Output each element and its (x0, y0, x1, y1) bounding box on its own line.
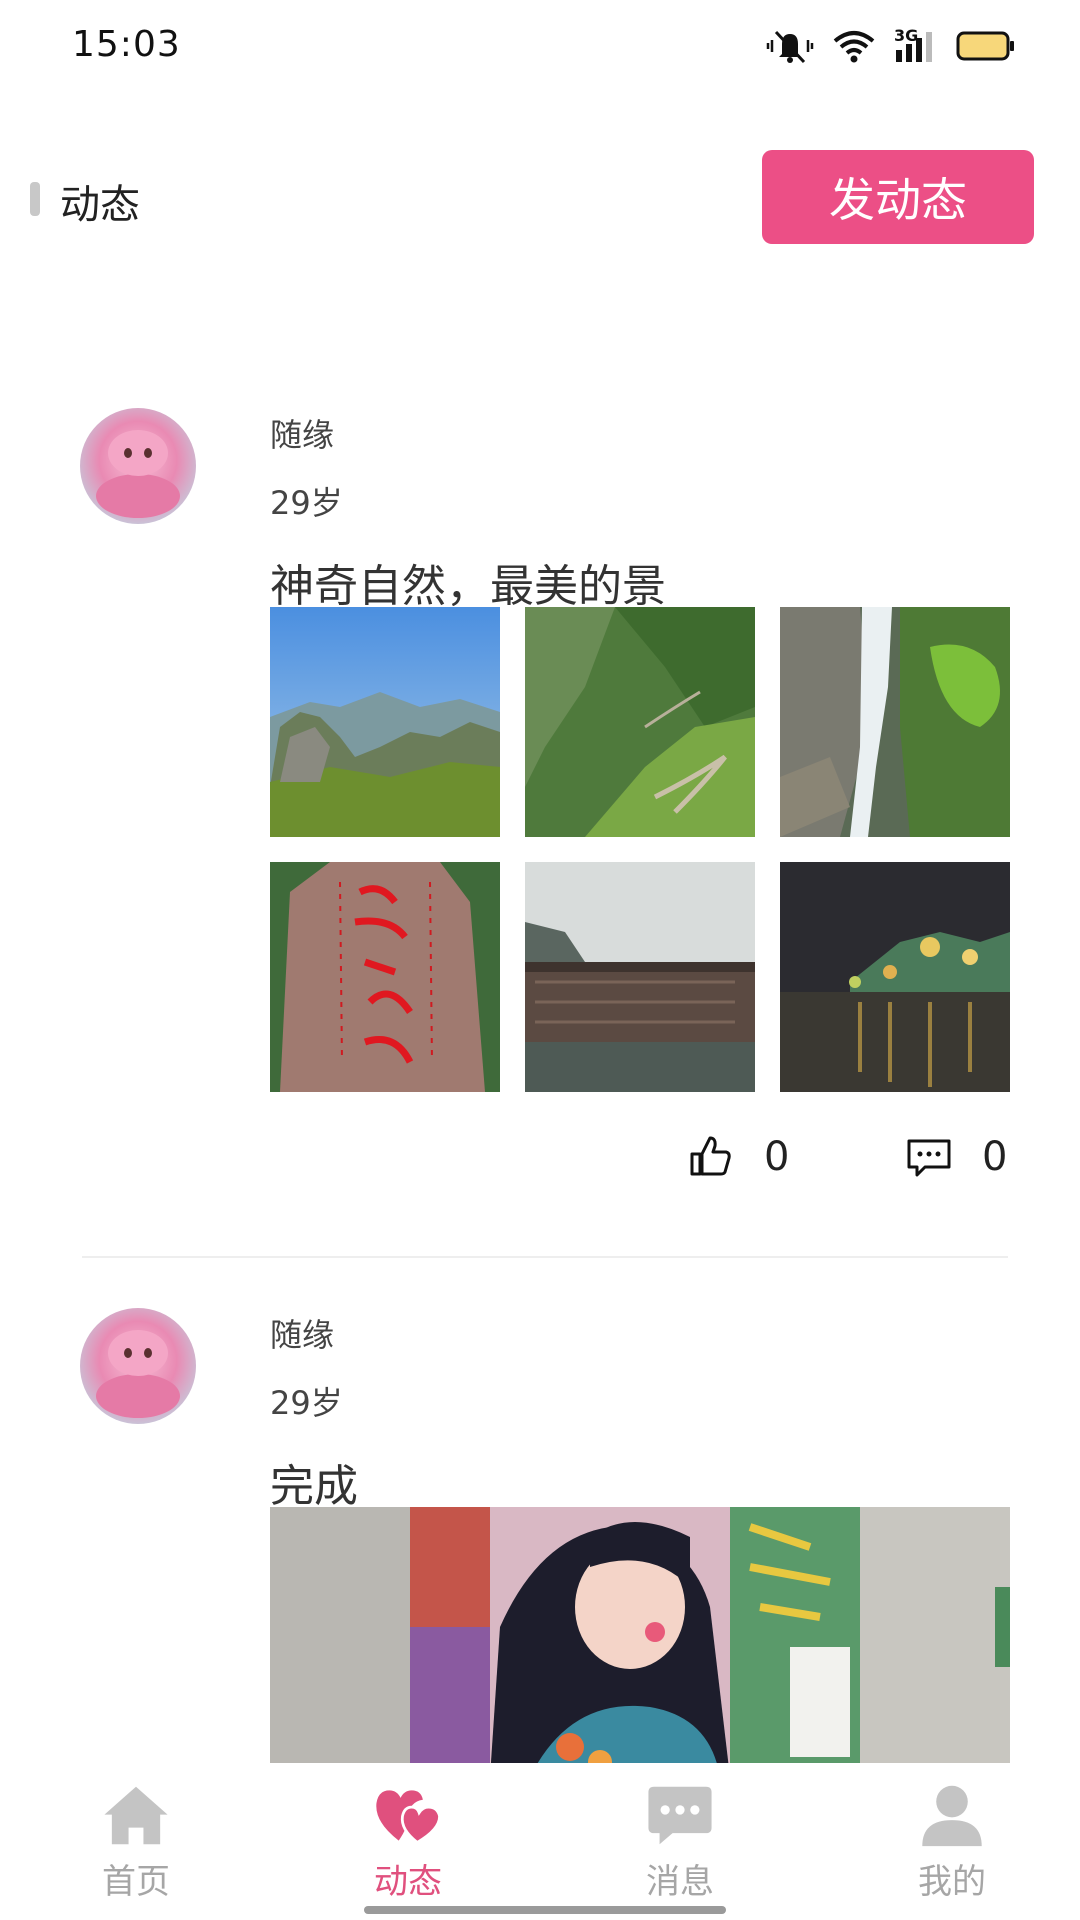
network-label: 3G (894, 26, 919, 45)
status-time: 15:03 (72, 24, 181, 65)
user-name[interactable]: 随缘 (270, 1310, 334, 1356)
mountain-peaks-photo[interactable] (270, 607, 500, 837)
mute-icon (766, 30, 814, 64)
waterfall-photo[interactable] (780, 607, 1010, 837)
status-bar: 15:03 3G (0, 0, 1080, 96)
wifi-icon (833, 31, 875, 63)
tab-label: 动态 (374, 1862, 442, 1902)
chat-bubble-icon (648, 1786, 712, 1845)
post-card: 随缘 29岁 完成 (0, 1300, 1080, 1763)
title-accent-bar (30, 182, 40, 216)
red-calligraphy-rock-photo[interactable] (270, 862, 500, 1092)
tab-label: 首页 (102, 1862, 170, 1902)
status-icons: 3G (766, 26, 1016, 66)
tab-moments[interactable]: 动态 (328, 1783, 488, 1903)
moments-feed[interactable]: 随缘 29岁 神奇自然，最美的景 0 0 随缘 29岁 完成 (0, 400, 1080, 1763)
post-text: 神奇自然，最美的景 (270, 561, 666, 612)
tab-label: 我的 (918, 1862, 986, 1902)
tab-messages[interactable]: 消息 (600, 1783, 760, 1903)
post-actions: 0 0 (0, 1128, 1080, 1198)
person-icon (922, 1785, 982, 1847)
header: 动态 发动态 (0, 140, 1080, 250)
battery-icon (956, 31, 1014, 61)
like-count: 0 (764, 1134, 790, 1180)
tab-home[interactable]: 首页 (56, 1783, 216, 1903)
riverside-stilt-houses-photo[interactable] (525, 862, 755, 1092)
diamond-painting-girl-photo[interactable] (270, 1507, 1010, 1763)
bottom-tab-bar: 首页 动态 消息 我的 (0, 1763, 1080, 1920)
post-card: 随缘 29岁 神奇自然，最美的景 0 0 (0, 400, 1080, 1300)
avatar[interactable] (80, 408, 196, 524)
user-age: 29岁 (270, 484, 343, 522)
thumbs-up-icon[interactable] (688, 1134, 732, 1178)
avatar[interactable] (80, 1308, 196, 1424)
page-title: 动态 (60, 182, 140, 228)
comment-count: 0 (982, 1134, 1008, 1180)
post-moment-button[interactable]: 发动态 (762, 150, 1034, 244)
divider (82, 1256, 1008, 1258)
comment-icon[interactable] (906, 1138, 952, 1178)
home-icon (104, 1786, 168, 1845)
hearts-icon (376, 1790, 441, 1845)
home-indicator[interactable] (364, 1906, 726, 1914)
signal-3g-icon: 3G (894, 26, 938, 64)
user-name[interactable]: 随缘 (270, 410, 334, 456)
tab-profile[interactable]: 我的 (872, 1783, 1032, 1903)
tab-label: 消息 (646, 1862, 714, 1902)
green-valley-photo[interactable] (525, 607, 755, 837)
night-river-town-photo[interactable] (780, 862, 1010, 1092)
post-text: 完成 (270, 1461, 358, 1512)
user-age: 29岁 (270, 1384, 343, 1422)
